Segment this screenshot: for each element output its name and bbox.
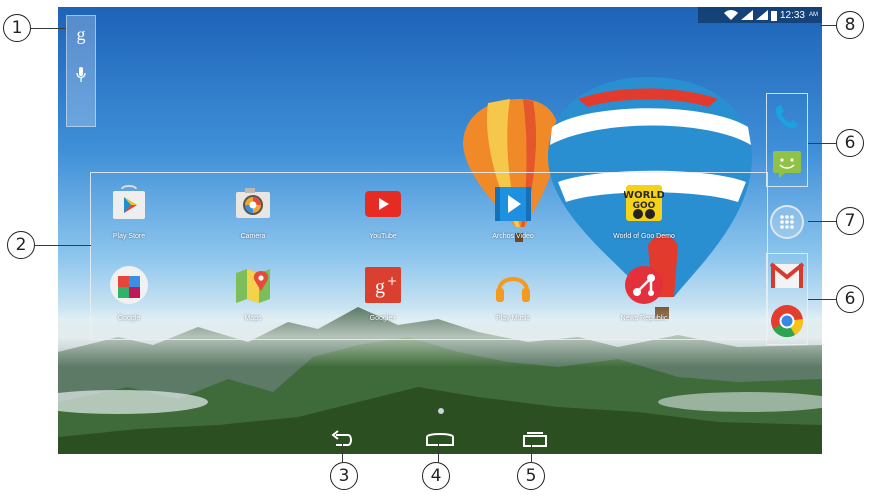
google-search-bar[interactable]: g — [66, 15, 96, 127]
phone-icon[interactable] — [771, 101, 803, 133]
leader-line — [342, 444, 344, 463]
app-news-republic[interactable]: News Republic — [589, 265, 699, 322]
archos-video-icon — [495, 187, 531, 221]
microphone-icon[interactable] — [76, 67, 86, 83]
leader-line — [438, 444, 440, 463]
leader-line — [35, 245, 91, 247]
app-label: Google — [117, 315, 141, 322]
play-store-icon — [113, 185, 145, 219]
app-label: Google+ — [369, 315, 397, 322]
world-of-goo-icon: WORLD GOO — [624, 185, 664, 221]
clock-am-pm: AM — [809, 12, 818, 18]
app-label: World of Goo Demo — [613, 233, 675, 240]
battery-icon — [770, 10, 777, 21]
google-plus-icon: g + — [365, 267, 401, 303]
page-indicator — [438, 408, 444, 414]
app-google-folder[interactable]: Google — [74, 265, 184, 322]
app-shortcuts-area: Play Store Camera YouTube Archos Video W… — [90, 172, 768, 340]
google-folder-icon — [110, 266, 148, 304]
app-label: Camera — [240, 233, 266, 240]
app-google-plus[interactable]: g + Google+ — [328, 265, 438, 322]
recent-apps-icon[interactable] — [520, 427, 550, 451]
home-icon[interactable] — [423, 427, 457, 451]
maps-icon — [236, 269, 270, 303]
app-label: News Republic — [620, 315, 668, 322]
favorites-dock — [766, 93, 808, 345]
status-bar[interactable]: 12:33 AM — [698, 7, 822, 23]
app-label: Play Music — [496, 315, 530, 322]
app-maps[interactable]: Maps — [198, 265, 308, 322]
navigation-bar — [58, 427, 822, 454]
clock: 12:33 — [779, 9, 805, 21]
leader-line — [31, 28, 66, 30]
app-label: YouTube — [369, 233, 397, 240]
app-label: Maps — [244, 315, 262, 322]
messaging-icon[interactable] — [771, 147, 803, 179]
svg-text:WORLD: WORLD — [624, 190, 664, 201]
callout-8: 8 — [836, 11, 864, 39]
news-republic-icon — [625, 266, 663, 304]
app-label: Archos Video — [492, 233, 534, 240]
tablet-home-screen: 12:33 AM g Play Store Camera YouTube Arc… — [58, 7, 822, 454]
app-archos-video[interactable]: Archos Video — [458, 183, 568, 240]
callout-2: 2 — [7, 231, 35, 259]
app-camera[interactable]: Camera — [198, 183, 308, 240]
callout-1: 1 — [3, 14, 31, 42]
callout-4: 4 — [422, 462, 450, 490]
all-apps-icon — [780, 215, 794, 229]
signal-icon — [740, 10, 753, 20]
chrome-icon[interactable] — [770, 304, 804, 338]
wifi-icon — [723, 10, 738, 20]
callout-6-bottom: 6 — [836, 285, 864, 313]
app-play-store[interactable]: Play Store — [74, 183, 184, 240]
callout-3: 3 — [330, 462, 358, 490]
signal-icon — [755, 10, 768, 20]
leader-line — [820, 25, 836, 27]
camera-icon — [236, 188, 270, 218]
leader-line — [531, 444, 533, 463]
callout-5: 5 — [517, 462, 545, 490]
leader-line — [808, 299, 836, 301]
svg-text:g: g — [375, 276, 385, 298]
dock-group-bottom — [766, 253, 808, 345]
svg-text:+: + — [387, 274, 397, 288]
app-play-music[interactable]: Play Music — [458, 265, 568, 322]
callout-6-top: 6 — [836, 129, 864, 157]
app-world-of-goo-demo[interactable]: WORLD GOO World of Goo Demo — [589, 183, 699, 240]
dock-group-top — [766, 93, 808, 187]
google-search-icon[interactable]: g — [77, 24, 86, 45]
leader-line — [808, 221, 836, 223]
youtube-icon — [365, 191, 401, 217]
leader-line — [808, 143, 836, 145]
callout-7: 7 — [836, 207, 864, 235]
gmail-icon[interactable] — [770, 261, 804, 291]
play-music-icon — [496, 277, 530, 302]
all-apps-button[interactable] — [770, 205, 804, 239]
app-youtube[interactable]: YouTube — [328, 183, 438, 240]
app-label: Play Store — [112, 233, 146, 240]
